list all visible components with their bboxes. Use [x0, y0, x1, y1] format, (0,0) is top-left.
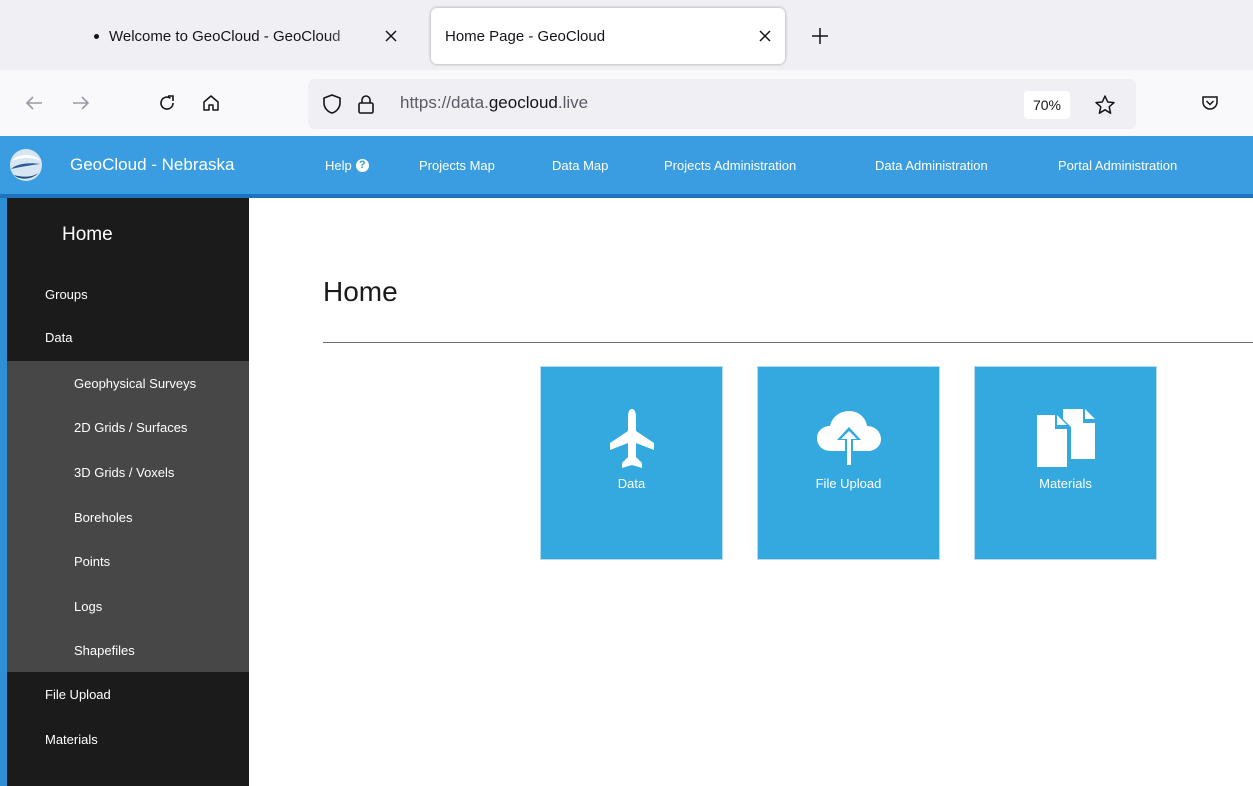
url-scheme: https://data.: [400, 93, 489, 112]
tab-loading-dot-icon: [94, 33, 99, 39]
title-divider: [323, 342, 1253, 343]
sidebar-item-boreholes[interactable]: Boreholes: [74, 510, 133, 525]
sidebar-title-home[interactable]: Home: [62, 224, 113, 246]
cloud-upload-icon: [758, 407, 939, 469]
browser-tab-strip: Welcome to GeoCloud - GeoCloud Home Page…: [0, 0, 1253, 70]
bookmark-star-icon[interactable]: [1092, 92, 1118, 118]
reload-icon: [160, 95, 174, 110]
zoom-level-button[interactable]: 70%: [1024, 91, 1070, 119]
close-icon[interactable]: [753, 24, 777, 48]
browser-nav-bar: https://data.geocloud.live 70%: [0, 70, 1253, 136]
sidebar-item-points[interactable]: Points: [74, 554, 110, 569]
sidebar-data-submenu: Geophysical Surveys 2D Grids / Surfaces …: [7, 361, 249, 672]
pocket-icon: [1202, 96, 1218, 110]
tile-data-label: Data: [617, 476, 646, 491]
tab-title: Welcome to GeoCloud - GeoCloud: [109, 27, 341, 45]
reload-button[interactable]: [150, 86, 184, 120]
tile-materials-label: Materials: [1039, 476, 1092, 491]
sidebar: Home Groups Data Geophysical Surveys 2D …: [0, 198, 249, 786]
sidebar-item-2d-grids-surfaces[interactable]: 2D Grids / Surfaces: [74, 420, 187, 435]
sidebar-item-groups[interactable]: Groups: [45, 287, 88, 302]
menu-help[interactable]: Help ?: [325, 136, 369, 194]
plus-icon: [812, 28, 828, 44]
tile-file-upload[interactable]: File Upload: [757, 366, 940, 560]
sidebar-item-shapefiles[interactable]: Shapefiles: [74, 643, 135, 658]
tab-title: Home Page - GeoCloud: [445, 27, 606, 45]
menu-data-administration[interactable]: Data Administration: [875, 136, 988, 194]
sidebar-item-logs[interactable]: Logs: [74, 599, 102, 614]
menu-help-label: Help: [325, 157, 352, 173]
plane-icon: [541, 407, 722, 469]
globe-logo-icon: [10, 149, 42, 181]
pocket-button[interactable]: [1193, 86, 1227, 120]
files-icon: [975, 407, 1156, 469]
shield-icon[interactable]: [320, 92, 344, 116]
app-title: GeoCloud - Nebraska: [70, 155, 235, 174]
tile-materials[interactable]: Materials: [974, 366, 1157, 560]
sidebar-item-geophysical-surveys[interactable]: Geophysical Surveys: [74, 376, 196, 391]
tile-data[interactable]: Data: [540, 366, 723, 560]
menu-portal-administration[interactable]: Portal Administration: [1058, 136, 1177, 194]
arrow-left-icon: [25, 96, 42, 110]
browser-tab-welcome[interactable]: Welcome to GeoCloud - GeoCloud: [80, 8, 420, 64]
brand-link[interactable]: GeoCloud - Nebraska: [8, 136, 234, 194]
sidebar-item-materials[interactable]: Materials: [45, 732, 98, 747]
sidebar-item-data[interactable]: Data: [45, 330, 72, 345]
url-bar[interactable]: https://data.geocloud.live 70%: [308, 79, 1136, 129]
url-tld: .live: [557, 93, 589, 112]
question-circle-icon: ?: [355, 158, 369, 172]
url-host: geocloud: [488, 93, 558, 112]
sidebar-item-3d-grids-voxels[interactable]: 3D Grids / Voxels: [74, 465, 174, 480]
new-tab-button[interactable]: [804, 20, 836, 52]
forward-button[interactable]: [64, 86, 98, 120]
menu-projects-administration[interactable]: Projects Administration: [664, 136, 796, 194]
page-title: Home: [323, 276, 398, 307]
app-header: GeoCloud - Nebraska Help ? Projects Map …: [0, 136, 1253, 198]
menu-projects-map[interactable]: Projects Map: [419, 136, 495, 194]
home-button[interactable]: [194, 86, 228, 120]
url-text[interactable]: https://data.geocloud.live: [400, 93, 588, 113]
browser-tab-home[interactable]: Home Page - GeoCloud: [431, 8, 785, 64]
tile-file-upload-label: File Upload: [815, 476, 882, 491]
sidebar-item-file-upload[interactable]: File Upload: [45, 687, 111, 702]
arrow-right-icon: [73, 96, 90, 110]
back-button[interactable]: [17, 86, 51, 120]
lock-icon[interactable]: [354, 92, 378, 116]
home-icon: [203, 95, 219, 111]
menu-data-map[interactable]: Data Map: [552, 136, 608, 194]
close-icon[interactable]: [379, 24, 403, 48]
